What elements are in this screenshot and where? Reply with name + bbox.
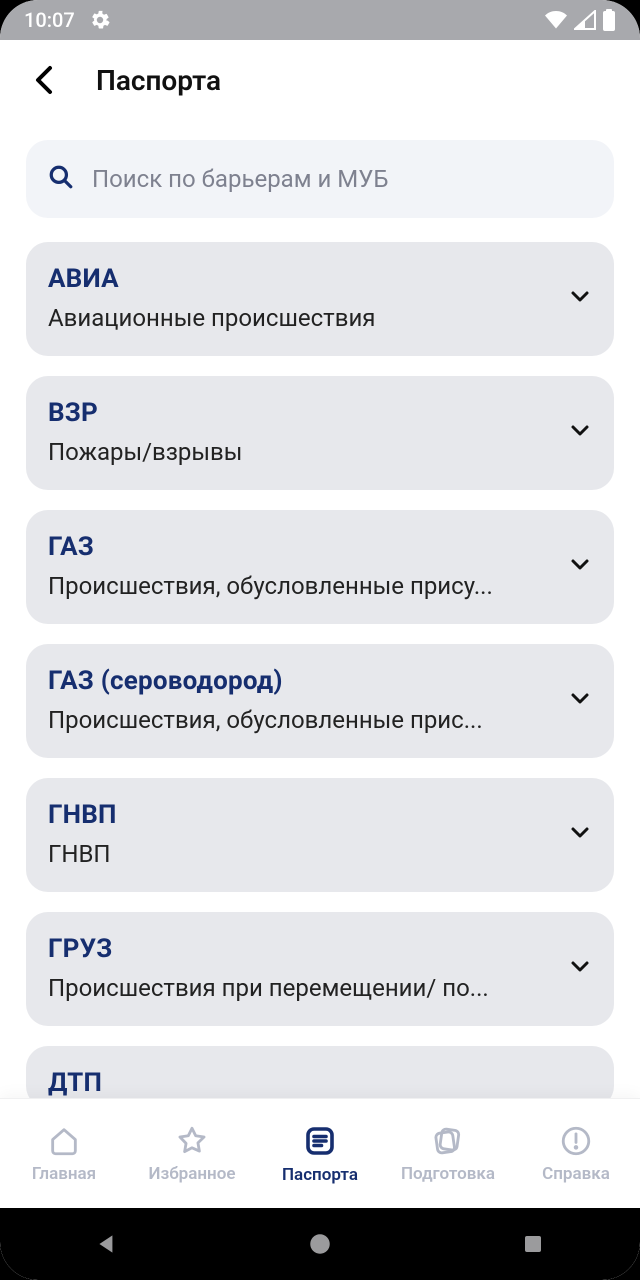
category-card[interactable]: ГРУЗ Происшествия при перемещении/ по... bbox=[26, 912, 614, 1026]
nav-item-passports[interactable]: Паспорта bbox=[256, 1099, 384, 1208]
star-icon bbox=[175, 1124, 209, 1158]
nav-label: Паспорта bbox=[282, 1165, 358, 1185]
nav-label: Главная bbox=[32, 1164, 96, 1184]
cards-icon bbox=[431, 1124, 465, 1158]
system-home-button[interactable] bbox=[304, 1228, 336, 1260]
category-subtitle: Происшествия, обусловленные прису... bbox=[48, 572, 556, 600]
chevron-down-icon bbox=[568, 284, 592, 312]
search-input[interactable] bbox=[92, 165, 592, 193]
category-title: ГРУЗ bbox=[48, 934, 556, 964]
content-scroll[interactable]: АВИА Авиационные происшествия ВЗР Пожары… bbox=[0, 130, 640, 1098]
nav-label: Избранное bbox=[149, 1164, 236, 1184]
category-subtitle: Пожары/взрывы bbox=[48, 438, 556, 466]
home-icon bbox=[47, 1124, 81, 1158]
page-title: Паспорта bbox=[96, 64, 221, 97]
gear-icon bbox=[89, 9, 111, 31]
chevron-down-icon bbox=[568, 418, 592, 446]
header: Паспорта bbox=[0, 40, 640, 120]
info-icon bbox=[559, 1124, 593, 1158]
nav-label: Справка bbox=[542, 1164, 610, 1184]
category-title: ДТП bbox=[48, 1068, 592, 1098]
category-card[interactable]: ДТП bbox=[26, 1046, 614, 1098]
category-title: АВИА bbox=[48, 264, 556, 294]
passport-icon bbox=[302, 1123, 338, 1159]
category-list: АВИА Авиационные происшествия ВЗР Пожары… bbox=[26, 242, 614, 1098]
category-card[interactable]: ГАЗ (сероводород) Происшествия, обусловл… bbox=[26, 644, 614, 758]
chevron-down-icon bbox=[568, 552, 592, 580]
wifi-icon bbox=[544, 10, 568, 30]
category-subtitle: Происшествия, обусловленные прис... bbox=[48, 706, 556, 734]
signal-icon bbox=[574, 10, 596, 30]
system-nav-bar bbox=[0, 1208, 640, 1280]
search-icon bbox=[48, 164, 74, 194]
chevron-down-icon bbox=[568, 820, 592, 848]
battery-icon bbox=[602, 9, 616, 31]
status-bar: 10:07 bbox=[0, 0, 640, 40]
category-subtitle: Происшествия при перемещении/ по... bbox=[48, 974, 556, 1002]
category-title: ГАЗ (сероводород) bbox=[48, 666, 556, 696]
category-title: ВЗР bbox=[48, 398, 556, 428]
chevron-down-icon bbox=[568, 686, 592, 714]
category-card[interactable]: ВЗР Пожары/взрывы bbox=[26, 376, 614, 490]
search-box[interactable] bbox=[26, 140, 614, 218]
category-title: ГНВП bbox=[48, 800, 556, 830]
system-recent-button[interactable] bbox=[517, 1228, 549, 1260]
bottom-nav: Главная Избранное Паспорта Подготовка Сп… bbox=[0, 1098, 640, 1208]
category-subtitle: ГНВП bbox=[48, 840, 556, 868]
status-time: 10:07 bbox=[24, 8, 75, 32]
system-back-button[interactable] bbox=[91, 1228, 123, 1260]
back-button[interactable] bbox=[20, 56, 68, 104]
nav-label: Подготовка bbox=[401, 1164, 495, 1184]
category-subtitle: Авиационные происшествия bbox=[48, 304, 556, 332]
nav-item-favorites[interactable]: Избранное bbox=[128, 1099, 256, 1208]
category-card[interactable]: АВИА Авиационные происшествия bbox=[26, 242, 614, 356]
nav-item-home[interactable]: Главная bbox=[0, 1099, 128, 1208]
chevron-down-icon bbox=[568, 954, 592, 982]
nav-item-preparation[interactable]: Подготовка bbox=[384, 1099, 512, 1208]
nav-item-help[interactable]: Справка bbox=[512, 1099, 640, 1208]
category-title: ГАЗ bbox=[48, 532, 556, 562]
category-card[interactable]: ГАЗ Происшествия, обусловленные прису... bbox=[26, 510, 614, 624]
category-card[interactable]: ГНВП ГНВП bbox=[26, 778, 614, 892]
